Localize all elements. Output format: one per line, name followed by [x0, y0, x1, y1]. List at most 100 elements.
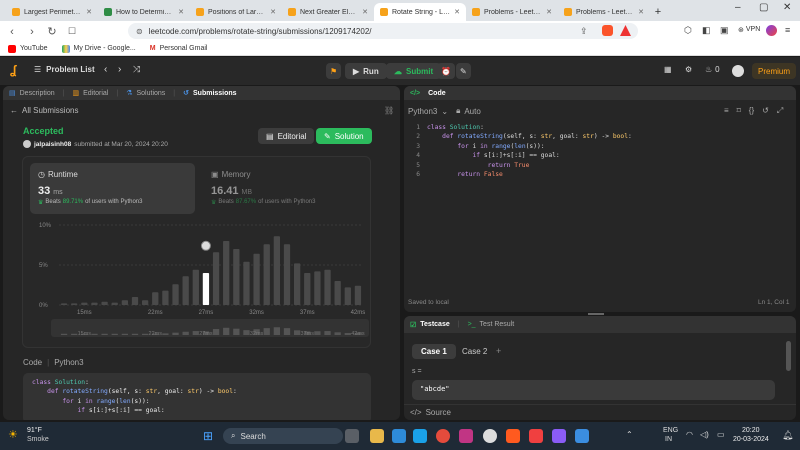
browser-tab[interactable]: Problems - LeetCode✕ [558, 3, 650, 21]
share-icon[interactable]: ⇪ [580, 26, 588, 37]
case-2-tab[interactable]: Case 2 [454, 344, 495, 359]
solution-button[interactable]: ✎ Solution [316, 128, 372, 144]
vpn-button[interactable]: ⊛ VPN [738, 26, 760, 34]
problem-list-button[interactable]: ☰ Problem List [34, 65, 95, 74]
layout-icon[interactable]: ▦ [664, 65, 672, 74]
tab-solutions[interactable]: ⚗ Solutions [126, 89, 165, 98]
debug-button[interactable]: ⚑ [326, 63, 342, 79]
language-indicator[interactable]: ENG [663, 427, 678, 434]
bookmark-gmail[interactable]: M Personal Gmail [150, 45, 208, 52]
task-view-icon[interactable] [345, 429, 359, 443]
tab-editorial[interactable]: ▥ Editorial [72, 89, 108, 98]
store-icon[interactable] [413, 429, 427, 443]
prev-problem-icon[interactable]: ‹ [104, 64, 107, 75]
run-button[interactable]: ▶ Run [345, 63, 387, 79]
runtime-card[interactable]: ◷ Runtime 33 ms ♛ Beats 89.71% of users with … [30, 163, 195, 214]
profile-avatar[interactable] [766, 25, 777, 36]
case-1-tab[interactable]: Case 1 [412, 344, 456, 359]
source-toggle[interactable]: </> Source [404, 404, 796, 420]
notes-button[interactable]: ✎ [456, 63, 471, 79]
format-icon[interactable]: ≡ [724, 106, 729, 116]
auto-toggle[interactable]: 🔒︎ Auto [456, 106, 481, 116]
close-tab-icon[interactable]: ✕ [454, 8, 460, 16]
clock-time[interactable]: 20:20 [742, 427, 760, 434]
memory-card[interactable]: ▣ Memory 16.41 MB ♛ Beats 87.67% of users wit… [203, 163, 368, 214]
runtime-distribution-chart[interactable]: 10% 5% 0% 15ms 22ms 27ms 32ms 37ms 42ms 15ms 22ms 2… [23, 217, 372, 349]
close-tab-icon[interactable]: ✕ [546, 8, 552, 16]
braces-icon[interactable]: {} [749, 106, 754, 116]
editorial-button[interactable]: ▤ Editorial [258, 128, 315, 144]
app-icon[interactable] [575, 429, 589, 443]
streak-counter[interactable]: ♨ 0 [705, 65, 720, 74]
premium-button[interactable]: Premium [752, 63, 797, 79]
battery-icon[interactable]: ▭ [717, 430, 725, 439]
all-submissions-link[interactable]: ← All Submissions [10, 106, 78, 115]
volume-icon[interactable]: ◁) [700, 430, 709, 439]
reload-icon[interactable]: ↻ [46, 25, 58, 38]
leetcode-logo-icon[interactable]: ʆ [10, 63, 16, 77]
url-bar[interactable]: ⊜ leetcode.com/problems/rotate-string/su… [128, 23, 638, 39]
submit-button[interactable]: ☁ Submit [386, 63, 442, 79]
forward-icon[interactable]: › [26, 26, 38, 38]
brave-shield-icon[interactable] [602, 25, 613, 36]
testcase-input[interactable]: "abcde" [412, 380, 775, 400]
link-icon[interactable]: ⛓ [384, 106, 394, 115]
bookmark-page-icon[interactable]: ☐ [66, 26, 78, 37]
tray-chevron-icon[interactable]: ⌃ [626, 430, 633, 439]
file-explorer-icon[interactable] [370, 429, 384, 443]
timer-button[interactable]: ⏰ [437, 63, 455, 79]
menu-icon[interactable]: ≡ [785, 25, 790, 35]
resize-handle[interactable] [588, 313, 604, 315]
edge-icon[interactable] [392, 429, 406, 443]
media-icon[interactable] [483, 429, 497, 443]
minimize-icon[interactable]: – [735, 2, 741, 13]
close-tab-icon[interactable]: ✕ [86, 8, 92, 16]
user-avatar[interactable] [732, 65, 744, 77]
extensions-icon[interactable]: ⬡ [684, 25, 692, 36]
bookmark-drive[interactable]: My Drive - Google... [61, 44, 136, 53]
browser-tab[interactable]: Rotate String - LeetC ✕ [374, 3, 466, 21]
browser-tab[interactable]: How to Determine if Thre ✕ [98, 3, 190, 21]
site-info-icon[interactable]: ⊜ [136, 27, 143, 36]
brave-taskbar-icon[interactable] [506, 429, 520, 443]
fullscreen-icon[interactable]: ⤢ [777, 106, 783, 116]
language-select[interactable]: Python3 ⌄ [408, 107, 448, 116]
settings-icon[interactable]: ⚙ [685, 65, 692, 74]
browser-tab[interactable]: Problems - LeetCode✕ [466, 3, 558, 21]
wifi-icon[interactable]: ◠ [686, 430, 693, 439]
tab-test-result[interactable]: >_ Test Result [468, 321, 515, 328]
browser-tab[interactable]: Largest Perimeter Triangl ✕ [6, 3, 98, 21]
browser-tab[interactable]: Next Greater Element III ✕ [282, 3, 374, 21]
reset-icon[interactable]: ↺ [762, 106, 769, 116]
windows-start-icon[interactable]: ⊞ [203, 429, 213, 443]
maximize-icon[interactable]: ▢ [759, 2, 768, 13]
new-tab-button[interactable]: + [650, 3, 666, 21]
username[interactable]: jalpaisinh08 [34, 141, 71, 148]
code-editor[interactable]: class Solution: def rotateString(self, s… [427, 123, 632, 179]
notifications-icon[interactable]: 🔔︎ [782, 430, 793, 441]
next-problem-icon[interactable]: › [118, 64, 121, 75]
close-window-icon[interactable]: ✕ [783, 2, 791, 13]
bookmark-icon[interactable]: ⌑ [737, 106, 741, 116]
shuffle-icon[interactable]: ⤨ [133, 64, 140, 75]
app-icon[interactable] [459, 429, 473, 443]
back-icon[interactable]: ‹ [6, 26, 18, 38]
app-icon[interactable] [552, 429, 566, 443]
taskbar-search[interactable]: ⌕ Search [223, 428, 343, 444]
sidebar-icon[interactable]: ◧ [702, 25, 711, 36]
tab-description[interactable]: ▤ Description [9, 89, 55, 98]
close-tab-icon[interactable]: ✕ [362, 8, 368, 16]
close-tab-icon[interactable]: ✕ [178, 8, 184, 16]
app-icon[interactable] [529, 429, 543, 443]
scrollbar[interactable] [786, 341, 791, 371]
close-tab-icon[interactable]: ✕ [638, 8, 644, 16]
close-tab-icon[interactable]: ✕ [270, 8, 276, 16]
tab-submissions[interactable]: ↺ Submissions [183, 89, 236, 98]
tab-testcase[interactable]: ☑ Testcase [410, 321, 450, 329]
chrome-icon[interactable] [436, 429, 450, 443]
browser-tab[interactable]: Positions of Large Groups ✕ [190, 3, 282, 21]
add-case-icon[interactable]: + [496, 346, 501, 356]
wallet-icon[interactable]: ▣ [720, 25, 729, 36]
bookmark-youtube[interactable]: YouTube [8, 44, 48, 53]
weather-icon[interactable]: ☀ [8, 428, 18, 441]
